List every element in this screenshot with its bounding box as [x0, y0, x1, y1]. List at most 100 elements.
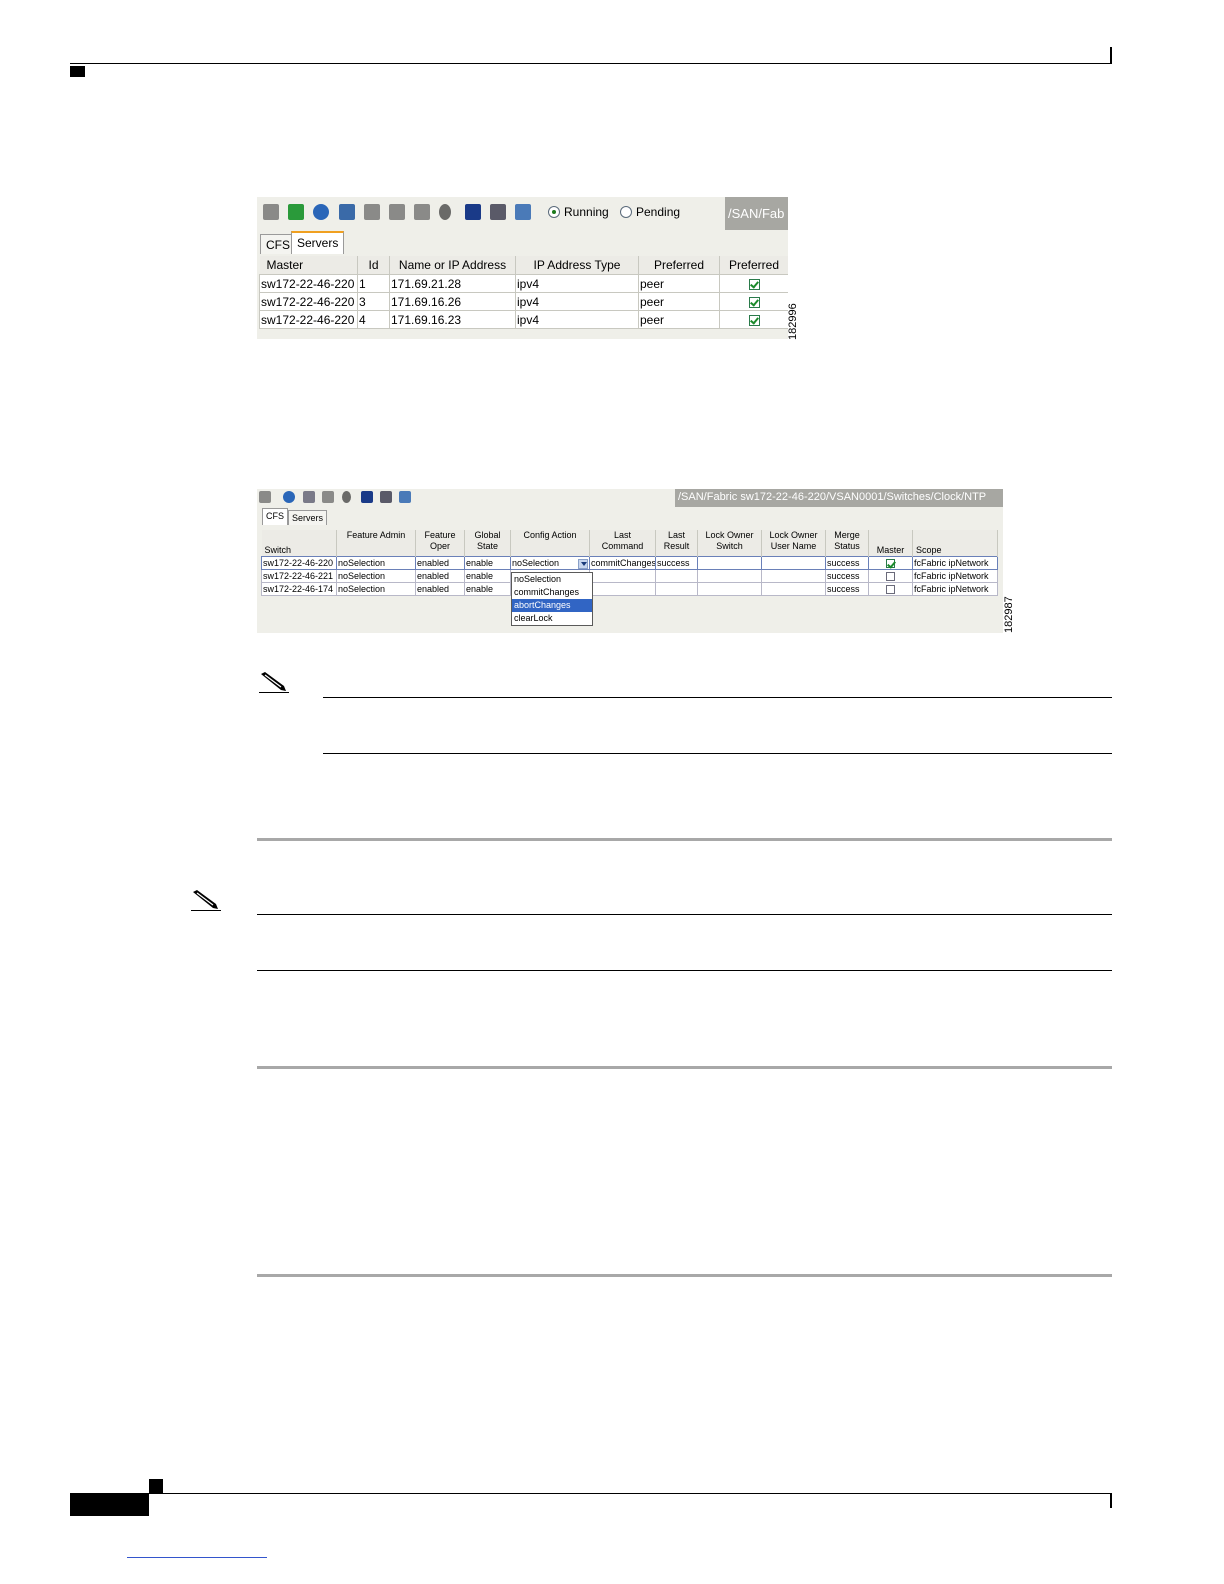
delete-row-icon[interactable]	[364, 204, 380, 220]
col-switch[interactable]: Switch	[261, 530, 337, 557]
print-icon[interactable]	[490, 204, 506, 220]
cell-pref[interactable]: peer	[638, 274, 720, 293]
table-row[interactable]: sw172-22-46-220 1 171.69.21.28 ipv4 peer	[259, 274, 788, 293]
tab-servers[interactable]: Servers	[291, 231, 345, 254]
cell-cmd[interactable]	[589, 569, 656, 583]
cell-merge[interactable]: success	[825, 556, 869, 570]
cell-cmd[interactable]	[589, 582, 656, 596]
master-checkbox[interactable]	[886, 584, 895, 594]
config-action-select[interactable]: noSelection	[510, 556, 590, 570]
col-lock-owner-user[interactable]: Lock Owner User Name	[761, 530, 826, 557]
cell-master[interactable]: sw172-22-46-220	[259, 274, 358, 293]
col-lock-owner-switch[interactable]: Lock Owner Switch	[697, 530, 762, 557]
dropdown-option-highlighted[interactable]: abortChanges	[512, 599, 592, 612]
cell-pref[interactable]: peer	[638, 310, 720, 329]
refresh-icon[interactable]	[313, 204, 329, 220]
cell-state[interactable]: enable	[464, 556, 511, 570]
col-config-action[interactable]: Config Action	[510, 530, 590, 557]
preferred-checkbox[interactable]	[748, 278, 760, 290]
cell-scope[interactable]: fcFabric ipNetwork	[912, 582, 998, 596]
col-preferred-check[interactable]: Preferred	[719, 256, 788, 275]
dropdown-option[interactable]: commitChanges	[512, 586, 592, 599]
cell-type[interactable]: ipv4	[515, 274, 639, 293]
export-icon[interactable]	[515, 204, 531, 220]
col-ip-type[interactable]: IP Address Type	[515, 256, 639, 275]
cell-master[interactable]: sw172-22-46-220	[259, 310, 358, 329]
cell-scope[interactable]: fcFabric ipNetwork	[912, 556, 998, 570]
cell-id[interactable]: 3	[357, 292, 390, 311]
col-last-command[interactable]: Last Command	[589, 530, 656, 557]
col-feature-oper[interactable]: Feature Oper	[415, 530, 465, 557]
save-icon[interactable]	[465, 204, 481, 220]
cell-admin[interactable]: noSelection	[336, 582, 416, 596]
cell-switch[interactable]: sw172-22-46-174	[261, 582, 337, 596]
cell-lock-switch[interactable]	[697, 556, 762, 570]
col-scope[interactable]: Scope	[912, 530, 998, 557]
cell-ip[interactable]: 171.69.16.23	[389, 310, 516, 329]
cell-pref-check[interactable]	[719, 274, 788, 293]
col-global-state[interactable]: Global State	[464, 530, 511, 557]
cell-master[interactable]: sw172-22-46-220	[259, 292, 358, 311]
back-icon[interactable]	[263, 204, 279, 220]
undo-icon[interactable]	[439, 204, 451, 220]
pending-radio[interactable]	[620, 206, 632, 218]
cell-admin[interactable]: noSelection	[336, 556, 416, 570]
table-row[interactable]: sw172-22-46-174 noSelection enabled enab…	[261, 582, 998, 596]
cell-lock-user[interactable]	[761, 569, 826, 583]
col-name-ip[interactable]: Name or IP Address	[389, 256, 516, 275]
col-master[interactable]: Master	[259, 256, 358, 275]
cell-master[interactable]	[868, 569, 913, 583]
back-icon[interactable]	[259, 491, 271, 503]
cell-lock-switch[interactable]	[697, 582, 762, 596]
cell-pref[interactable]: peer	[638, 292, 720, 311]
copy-icon[interactable]	[303, 491, 315, 503]
cell-ip[interactable]: 171.69.21.28	[389, 274, 516, 293]
footer-link-underline[interactable]	[127, 1557, 267, 1558]
cell-lock-switch[interactable]	[697, 569, 762, 583]
cell-master[interactable]	[868, 556, 913, 570]
cell-oper[interactable]: enabled	[415, 569, 465, 583]
config-action-dropdown[interactable]: noSelection commitChanges abortChanges c…	[511, 572, 593, 626]
cell-merge[interactable]: success	[825, 569, 869, 583]
cell-pref-check[interactable]	[719, 292, 788, 311]
cell-switch[interactable]: sw172-22-46-220	[261, 556, 337, 570]
paste-icon[interactable]	[322, 491, 334, 503]
dropdown-option[interactable]: clearLock	[512, 612, 592, 625]
master-checkbox[interactable]	[886, 571, 895, 581]
undo-icon[interactable]	[342, 491, 351, 503]
cell-result[interactable]	[655, 569, 698, 583]
cell-id[interactable]: 4	[357, 310, 390, 329]
cell-result[interactable]	[655, 582, 698, 596]
dropdown-option[interactable]: noSelection	[512, 573, 592, 586]
table-row[interactable]: sw172-22-46-220 3 171.69.16.26 ipv4 peer	[259, 292, 788, 311]
cell-lock-user[interactable]	[761, 556, 826, 570]
cell-oper[interactable]: enabled	[415, 582, 465, 596]
paste-icon[interactable]	[414, 204, 430, 220]
col-merge-status[interactable]: Merge Status	[825, 530, 869, 557]
tab-cfs[interactable]: CFS	[262, 508, 288, 525]
cell-master[interactable]	[868, 582, 913, 596]
master-checkbox[interactable]	[886, 558, 895, 568]
cell-type[interactable]: ipv4	[515, 292, 639, 311]
table-row[interactable]: sw172-22-46-220 noSelection enabled enab…	[261, 556, 998, 570]
running-radio[interactable]	[548, 206, 560, 218]
tab-servers[interactable]: Servers	[288, 510, 328, 525]
cell-admin[interactable]: noSelection	[336, 569, 416, 583]
chevron-down-icon[interactable]	[578, 558, 588, 569]
cell-result[interactable]: success	[655, 556, 698, 570]
cell-merge[interactable]: success	[825, 582, 869, 596]
cell-ip[interactable]: 171.69.16.26	[389, 292, 516, 311]
col-preferred[interactable]: Preferred	[638, 256, 720, 275]
cell-switch[interactable]: sw172-22-46-221	[261, 569, 337, 583]
cell-lock-user[interactable]	[761, 582, 826, 596]
preferred-checkbox[interactable]	[748, 314, 760, 326]
cell-cmd[interactable]: commitChanges	[589, 556, 656, 570]
cell-oper[interactable]: enabled	[415, 556, 465, 570]
cell-id[interactable]: 1	[357, 274, 390, 293]
cell-type[interactable]: ipv4	[515, 310, 639, 329]
col-master[interactable]: Master	[868, 530, 913, 557]
col-feature-admin[interactable]: Feature Admin	[336, 530, 416, 557]
cell-scope[interactable]: fcFabric ipNetwork	[912, 569, 998, 583]
create-row-icon[interactable]	[339, 204, 355, 220]
table-row[interactable]: sw172-22-46-220 4 171.69.16.23 ipv4 peer	[259, 310, 788, 329]
